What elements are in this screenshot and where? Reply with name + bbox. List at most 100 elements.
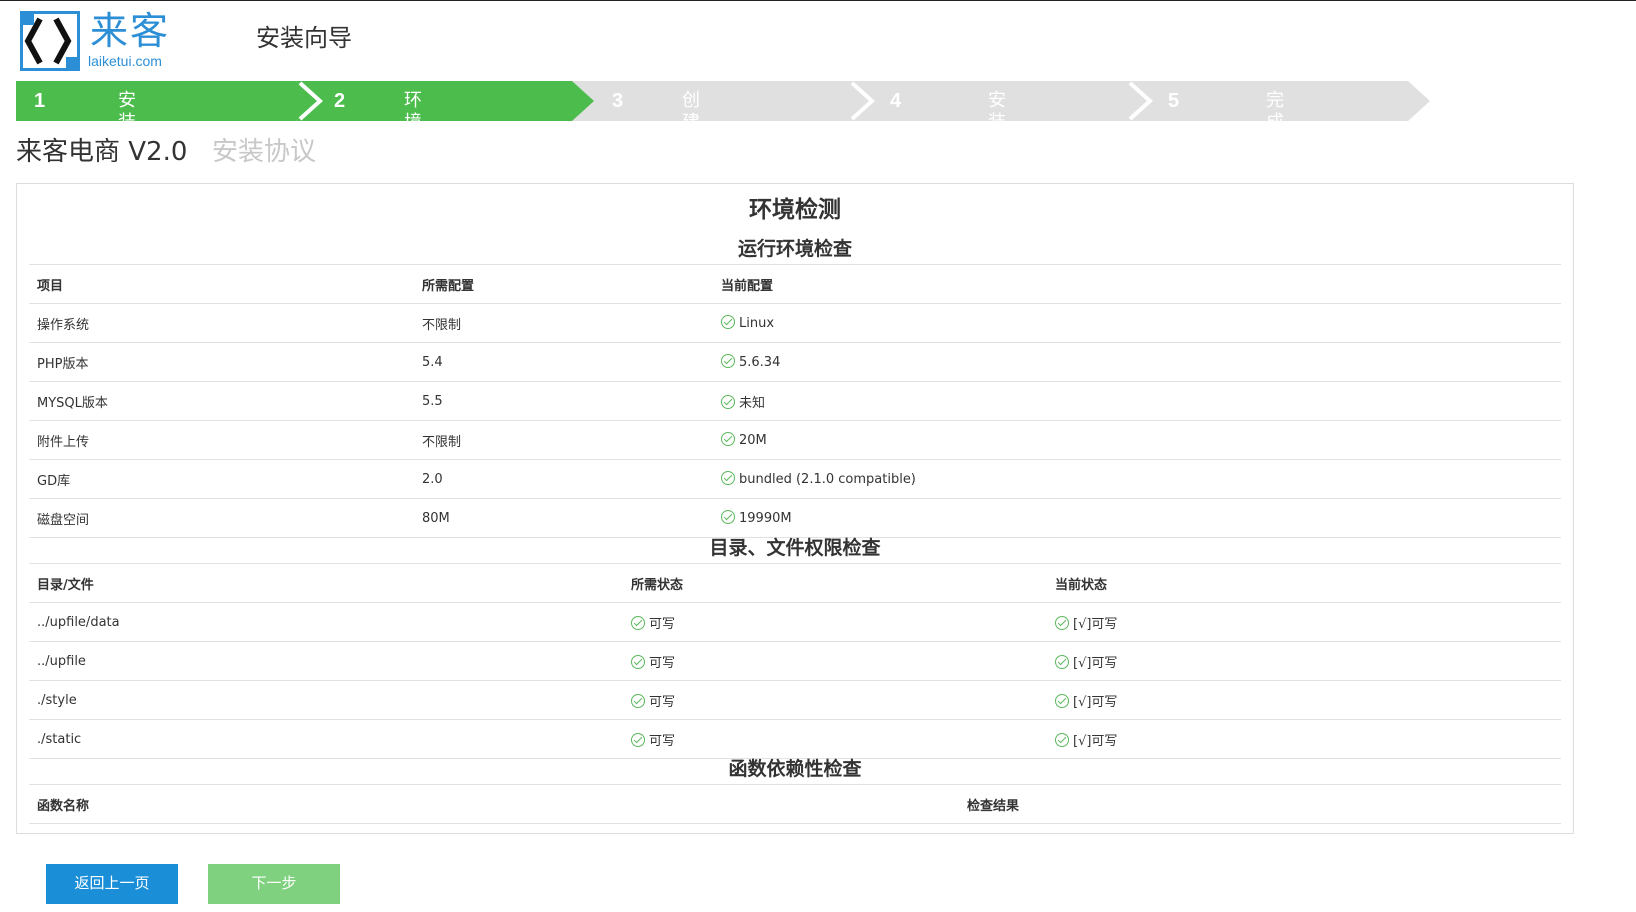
cell-text: 可写 [649, 616, 676, 632]
table-cell: GD库 [29, 459, 414, 499]
column-header: 项目 [29, 264, 414, 304]
table-row: ../upfile 可写 [√]可写 [29, 641, 1561, 681]
step-3-number: 3 [612, 90, 624, 112]
column-header: 所需状态 [623, 563, 1047, 603]
cell-text: ./style [37, 692, 77, 708]
product-subtitle: 安装协议 [212, 137, 317, 167]
step-4-label: 安装 [988, 90, 1006, 133]
table-cell: bundled (2.1.0 compatible) [713, 459, 1561, 499]
logo-domain: laiketui.com [88, 53, 162, 69]
table-cell: 磁盘空间 [29, 498, 414, 538]
logo-icon [20, 11, 80, 71]
panel-title: 环境检测 [749, 197, 841, 223]
table-cell: 19990M [713, 498, 1561, 538]
cell-text: ../upfile/data [37, 614, 120, 630]
check-circle-icon [631, 615, 645, 630]
cell-text: ../upfile [37, 653, 86, 669]
cell-text: 5.6.34 [739, 355, 781, 370]
table-header-row: 项目 所需配置 当前配置 [29, 264, 1561, 304]
cell-text: MYSQL版本 [37, 395, 108, 411]
func-section-title: 函数依赖性检查 [728, 758, 862, 780]
check-circle-icon [721, 394, 735, 409]
table-cell: 5.4 [414, 342, 713, 382]
cell-text: 不限制 [422, 317, 462, 333]
table-cell: 不限制 [414, 303, 713, 343]
table-row: 附件上传 不限制 20M [29, 420, 1561, 460]
cell-text: 19990M [739, 511, 792, 526]
cell-text: 2.0 [422, 471, 443, 487]
check-circle-icon [1055, 615, 1069, 630]
table-cell: [√]可写 [1047, 602, 1561, 642]
table-cell: 可写 [623, 719, 1047, 759]
column-header: 检查结果 [959, 784, 1561, 824]
header: 来客 laiketui.com 安装向导 [0, 1, 1636, 79]
cell-text: 80M [422, 510, 450, 526]
func-table: 函数名称 检查结果 [29, 784, 1561, 824]
back-button[interactable]: 返回上一页 [46, 864, 178, 904]
step-progress: 1 安装协议 2 环境检测 3 创建数据库 4 安装 5 完成 [16, 81, 1430, 199]
check-circle-icon [631, 654, 645, 669]
table-cell: 附件上传 [29, 420, 414, 460]
table-row: 操作系统 不限制 Linux [29, 303, 1561, 343]
cell-text: bundled (2.1.0 compatible) [739, 472, 916, 487]
check-circle-icon [721, 315, 735, 329]
check-circle-icon [631, 693, 645, 708]
column-header: 函数名称 [29, 784, 959, 824]
column-header: 目录/文件 [29, 563, 623, 603]
table-cell: 未知 [713, 381, 1561, 421]
table-cell: Linux [713, 303, 1561, 343]
table-cell: 20M [713, 420, 1561, 460]
table-cell: ./static [29, 719, 623, 759]
cell-text: 附件上传 [37, 434, 90, 450]
env-section-title: 运行环境检查 [737, 238, 852, 260]
table-cell: 2.0 [414, 459, 713, 499]
table-row: GD库 2.0 bundled (2.1.0 compatible) [29, 459, 1561, 499]
wizard-title: 安装向导 [256, 24, 352, 52]
next-button[interactable]: 下一步 [208, 864, 340, 904]
env-table: 项目 所需配置 当前配置 操作系统 不限制 Linux PHP版本 5.4 5.6.34 M… [29, 264, 1561, 538]
table-row: ./style 可写 [√]可写 [29, 680, 1561, 720]
check-circle-icon [1055, 732, 1069, 747]
product-title: 来客电商 V2.0 [16, 137, 188, 167]
step-1-number: 1 [34, 90, 46, 112]
check-circle-icon [1055, 693, 1069, 708]
table-cell: 可写 [623, 602, 1047, 642]
step-5-label: 完成 [1266, 90, 1284, 133]
table-cell: 不限制 [414, 420, 713, 460]
cell-text: 可写 [649, 655, 676, 671]
cell-text: [√]可写 [1073, 694, 1118, 710]
check-circle-icon [1055, 654, 1069, 669]
table-cell: ../upfile/data [29, 602, 623, 642]
check-circle-icon [631, 732, 645, 747]
table-row: 磁盘空间 80M 19990M [29, 498, 1561, 538]
table-cell: 5.6.34 [713, 342, 1561, 382]
table-cell: ../upfile [29, 641, 623, 681]
cell-text: 不限制 [422, 434, 462, 450]
cell-text: 20M [739, 433, 767, 448]
table-cell: [√]可写 [1047, 641, 1561, 681]
table-row: ../upfile/data 可写 [√]可写 [29, 602, 1561, 642]
column-header: 当前状态 [1047, 563, 1561, 603]
table-cell: PHP版本 [29, 342, 414, 382]
column-header: 当前配置 [713, 264, 1561, 304]
table-cell: [√]可写 [1047, 680, 1561, 720]
cell-text: Linux [739, 316, 775, 331]
table-cell: MYSQL版本 [29, 381, 414, 421]
cell-text: 可写 [649, 733, 676, 749]
step-2-label: 环境检测 [404, 90, 422, 177]
table-header-row: 函数名称 检查结果 [29, 784, 1561, 824]
table-cell: 操作系统 [29, 303, 414, 343]
cell-text: 5.5 [422, 393, 443, 409]
logo-text: 来客 [90, 9, 171, 53]
check-circle-icon [721, 432, 735, 446]
step-4-number: 4 [890, 90, 902, 112]
env-check-panel: 环境检测 运行环境检查 项目 所需配置 当前配置 操作系统 不限制 Linux PHP… [16, 183, 1574, 834]
table-row: ./static 可写 [√]可写 [29, 719, 1561, 759]
table-row: MYSQL版本 5.5 未知 [29, 381, 1561, 421]
table-row: PHP版本 5.4 5.6.34 [29, 342, 1561, 382]
table-cell: 可写 [623, 680, 1047, 720]
step-1-arrow [16, 81, 318, 121]
table-cell: [√]可写 [1047, 719, 1561, 759]
cell-text: 5.4 [422, 354, 443, 370]
table-cell: 5.5 [414, 381, 713, 421]
